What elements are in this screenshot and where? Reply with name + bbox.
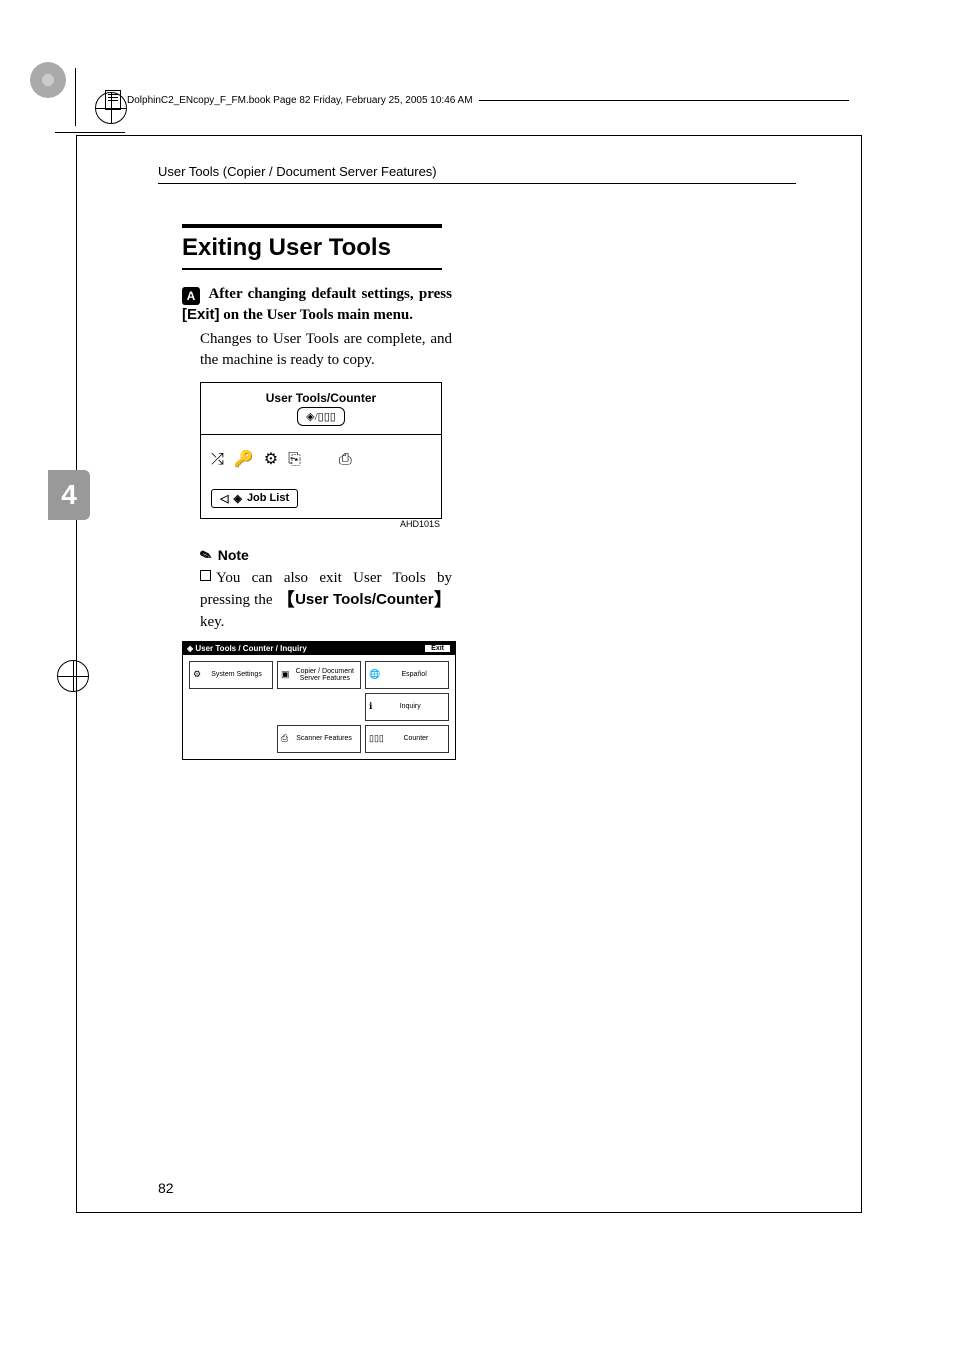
exit-key-label: [Exit] (182, 306, 220, 323)
soft-scanner-features[interactable]: ⎙ Scanner Features (277, 725, 361, 753)
running-header: User Tools (Copier / Document Server Fea… (158, 164, 796, 184)
paragraph-1: Changes to User Tools are complete, and … (200, 329, 452, 370)
step-badge: A (182, 287, 200, 305)
section-title: Exiting User Tools (182, 224, 442, 270)
soft-system-settings[interactable]: ⚙ System Settings (189, 661, 273, 689)
soft-lang-label: Español (383, 671, 445, 678)
pencil-icon: ✎ (197, 545, 214, 565)
output-icon: ⎙ (339, 451, 362, 468)
note-label: Note (218, 547, 249, 563)
page-number: 82 (158, 1180, 174, 1196)
counter-icon: ▯▯▯ (369, 733, 384, 744)
soft-exit-button[interactable]: Exit (424, 644, 451, 653)
job-list-label: Job List (247, 492, 289, 504)
lcd-icon: ◈/▯▯▯ (297, 407, 345, 426)
book-info-text: DolphinC2_ENcopy_F_FM.book Page 82 Frida… (127, 95, 473, 106)
soft-counter-label: Counter (387, 735, 445, 742)
device-panel-illustration: User Tools/Counter ◈/▯▯▯ ⤮🔑⚙⎘ ⎙ ◁ ◈ Job … (200, 382, 442, 519)
info-icon: ℹ (369, 701, 372, 712)
note-text-after: key. (200, 614, 224, 630)
lcd-title: User Tools/Counter (207, 391, 435, 405)
soft-counter[interactable]: ▯▯▯ Counter (365, 725, 449, 753)
paper-icon: ⎘ (288, 451, 311, 468)
step-text-before: After changing default settings, press (208, 286, 452, 302)
software-screenshot: ◈ User Tools / Counter / Inquiry Exit ⚙ … (182, 641, 456, 760)
soft-title: User Tools / Counter / Inquiry (195, 644, 306, 653)
step-1: A After changing default settings, press… (182, 284, 452, 325)
running-header-text: User Tools (Copier / Document Server Fea… (158, 164, 796, 184)
globe-icon: 🌐 (369, 669, 380, 680)
indicator-icons-row: ⤮🔑⚙⎘ ⎙ (201, 435, 441, 483)
diamond-icon: ◈ (233, 492, 241, 505)
job-list-button: ◁ ◈ Job List (211, 489, 298, 508)
figure-caption-1: AHD101S (200, 519, 440, 529)
user-tools-counter-key: User Tools/Counter (295, 591, 434, 608)
book-icon (105, 90, 121, 110)
data-in-icon: ⤮ (211, 451, 234, 468)
soft-inquiry-label: Inquiry (375, 703, 445, 710)
note-text: You can also exit User Tools by pressing… (200, 568, 452, 633)
copier-icon: ▣ (281, 669, 290, 680)
soft-copier-label: Copier / Document Server Features (293, 668, 357, 682)
service-icon: ⚙ (264, 451, 288, 468)
book-header: DolphinC2_ENcopy_F_FM.book Page 82 Frida… (105, 90, 849, 110)
chapter-number: 4 (61, 479, 77, 511)
note-heading: ✎ Note (200, 547, 452, 564)
step-text-after: on the User Tools main menu. (220, 307, 414, 323)
chapter-tab: 4 (48, 470, 90, 520)
content-column: Exiting User Tools A After changing defa… (182, 214, 452, 760)
left-arrow-icon: ◁ (220, 492, 228, 505)
soft-inquiry[interactable]: ℹ Inquiry (365, 693, 449, 721)
soft-system-label: System Settings (204, 671, 269, 678)
gear-icon: ⚙ (193, 669, 201, 680)
key-icon: 🔑 (234, 451, 264, 468)
soft-copier-features[interactable]: ▣ Copier / Document Server Features (277, 661, 361, 689)
bullet-icon (200, 570, 211, 581)
scanner-icon: ⎙ (281, 733, 288, 744)
soft-scanner-label: Scanner Features (291, 735, 357, 742)
soft-language[interactable]: 🌐 Español (365, 661, 449, 689)
